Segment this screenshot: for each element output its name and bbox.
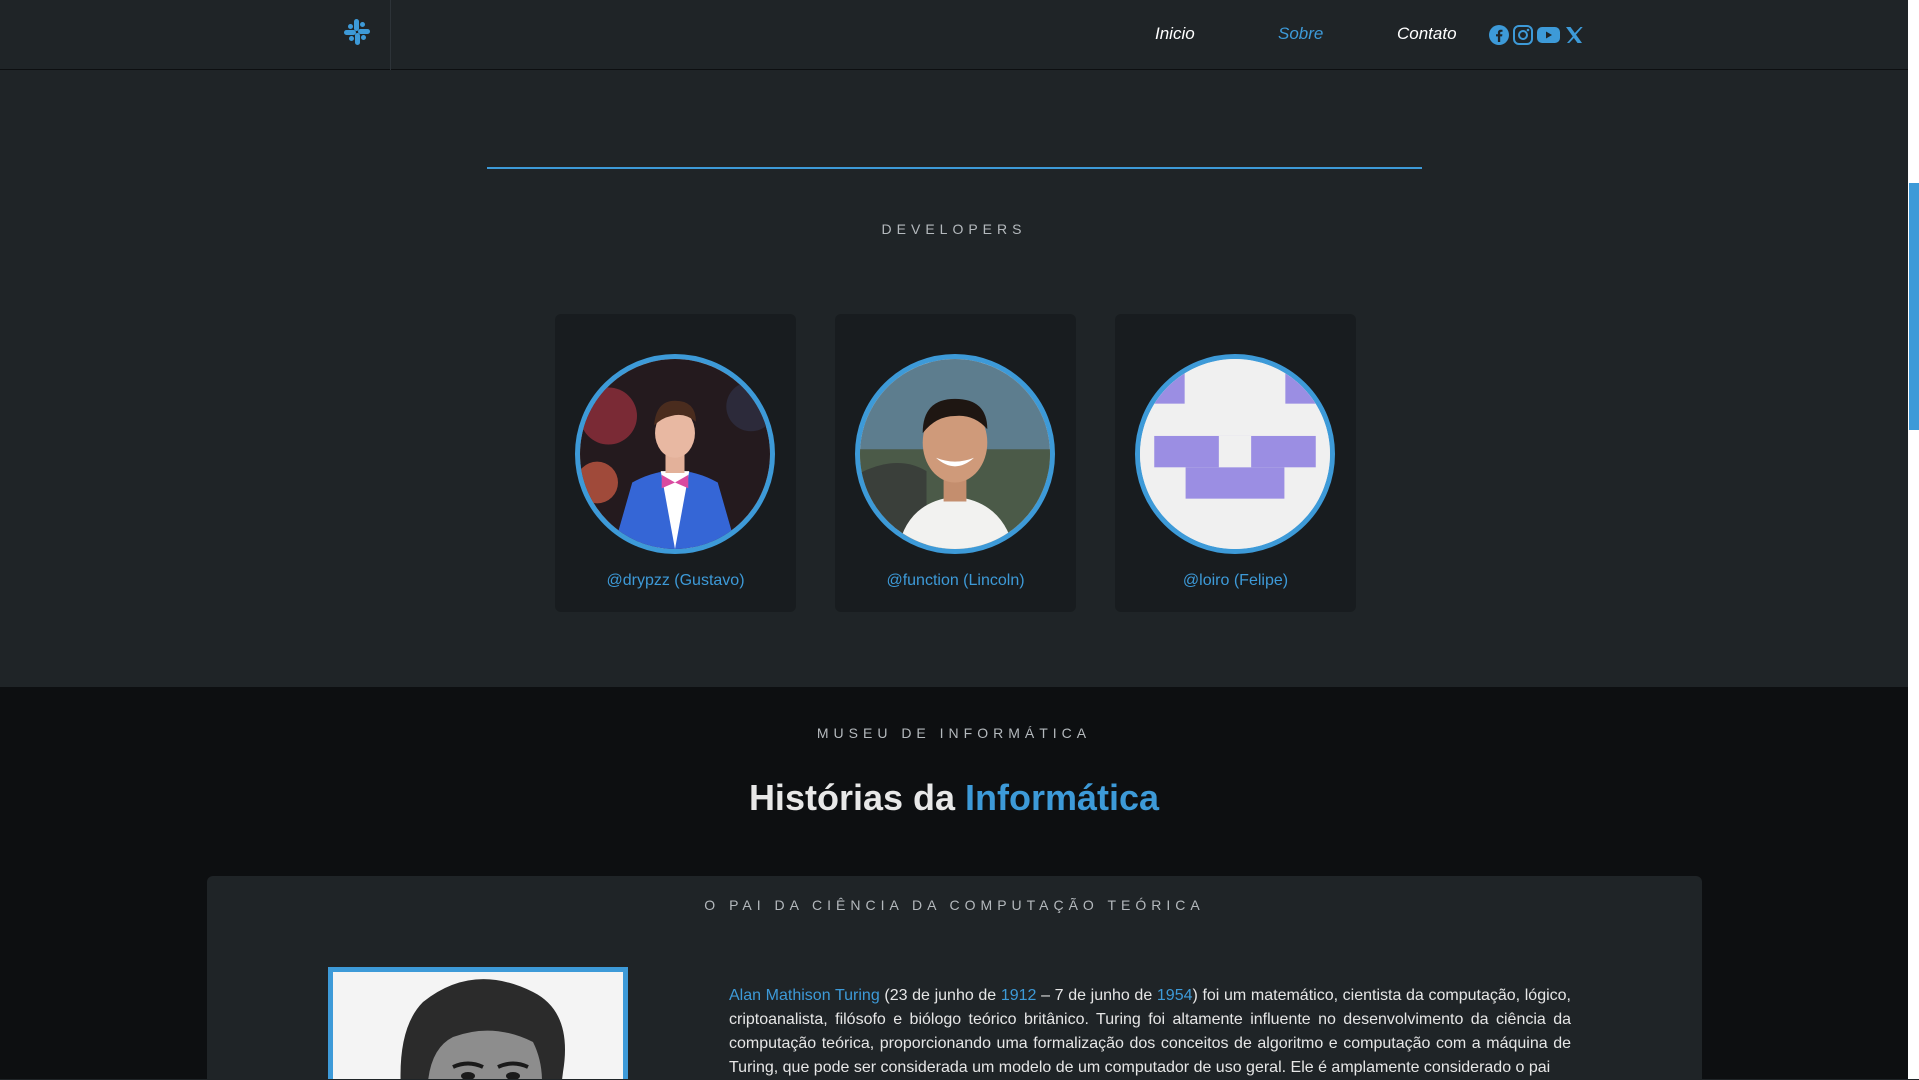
nav-link-sobre[interactable]: Sobre — [1278, 24, 1323, 44]
nav-link-contato[interactable]: Contato — [1397, 24, 1457, 44]
museum-title: Histórias da Informática — [0, 777, 1908, 819]
museum-title-plain: Histórias da — [748, 777, 966, 818]
year-born-link[interactable]: 1912 — [1001, 987, 1037, 1004]
nav-link-inicio[interactable]: Inicio — [1155, 24, 1195, 44]
top-navbar: Inicio Sobre Contato — [0, 0, 1908, 70]
developer-name[interactable]: @drypzz (Gustavo) — [555, 572, 796, 590]
turing-name-link[interactable]: Alan Mathison Turing — [729, 987, 880, 1004]
turing-portrait — [328, 967, 628, 1079]
scrollbar-thumb[interactable] — [1909, 183, 1919, 430]
museum-kicker: MUSEU DE INFORMÁTICA — [816, 725, 1092, 741]
developer-card: @loiro (Felipe) — [1115, 314, 1356, 612]
section-divider — [487, 167, 1422, 169]
developer-card: @function (Lincoln) — [835, 314, 1076, 612]
bio-text: – 7 de junho de — [1036, 987, 1157, 1004]
museum-title-highlight: Informática — [965, 777, 1160, 818]
scrollbar-track[interactable] — [1908, 0, 1919, 1079]
developers-heading: DEVELOPERS — [881, 221, 1027, 237]
turing-bio: Alan Mathison Turing (23 de junho de 191… — [729, 984, 1571, 1080]
slack-logo-icon[interactable] — [342, 17, 372, 47]
year-died-link[interactable]: 1954 — [1157, 987, 1193, 1004]
youtube-icon[interactable] — [1536, 24, 1561, 46]
nav-divider — [390, 0, 391, 70]
x-icon[interactable] — [1563, 24, 1585, 46]
instagram-icon[interactable] — [1512, 24, 1534, 46]
avatar — [575, 354, 775, 554]
card-kicker: O PAI DA CIÊNCIA DA COMPUTAÇÃO TEÓRICA — [704, 897, 1205, 913]
developers-section: DEVELOPERS @drypzz (Gustavo) @function (… — [0, 71, 1908, 687]
developer-card: @drypzz (Gustavo) — [555, 314, 796, 612]
facebook-icon[interactable] — [1488, 24, 1510, 46]
bio-text: (23 de junho de — [879, 987, 1001, 1004]
avatar — [1135, 354, 1335, 554]
avatar — [855, 354, 1055, 554]
developer-name[interactable]: @function (Lincoln) — [835, 572, 1076, 590]
developer-name[interactable]: @loiro (Felipe) — [1115, 572, 1356, 590]
